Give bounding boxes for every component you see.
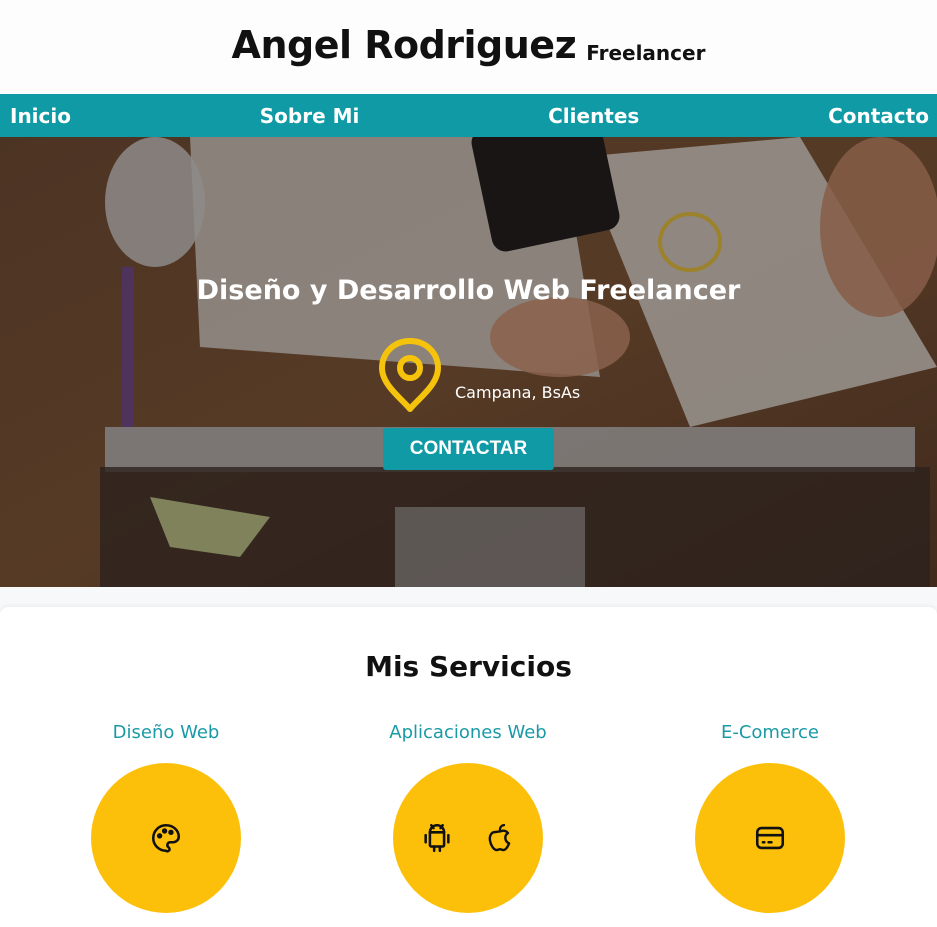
hero-title: Diseño y Desarrollo Web Freelancer [196, 275, 741, 306]
hero-overlay [0, 137, 937, 587]
contactar-button[interactable]: CONTACTAR [383, 428, 554, 470]
nav-contacto[interactable]: Contacto [828, 104, 929, 128]
service-title: E-Comerce [720, 722, 820, 743]
nav-clientes[interactable]: Clientes [548, 104, 639, 128]
service-icon-circle [91, 763, 241, 913]
service-title: Aplicaciones Web [389, 722, 547, 743]
location-pin-icon [379, 338, 441, 412]
service-aplicaciones-web[interactable]: Aplicaciones Web [358, 722, 578, 913]
apple-icon [488, 823, 511, 852]
location-text: Campana, BsAs [455, 383, 581, 402]
credit-card-icon [755, 826, 785, 850]
service-title: Diseño Web [112, 722, 220, 743]
main-nav: Inicio Sobre Mi Clientes Contacto [0, 94, 937, 137]
site-role: Freelancer [586, 41, 706, 65]
palette-icon [151, 823, 181, 853]
hero-section: Diseño y Desarrollo Web Freelancer Campa… [0, 137, 937, 587]
site-header: Angel Rodriguez Freelancer [0, 0, 937, 94]
nav-sobre-mi[interactable]: Sobre Mi [260, 104, 360, 128]
service-icon-circle [393, 763, 543, 913]
services-heading: Mis Servicios [365, 650, 572, 683]
services-section: Mis Servicios Diseño Web Aplicaciones We… [0, 607, 937, 927]
service-diseno-web[interactable]: Diseño Web [56, 722, 276, 913]
service-e-comerce[interactable]: E-Comerce [660, 722, 880, 913]
android-icon [424, 823, 450, 853]
nav-inicio[interactable]: Inicio [10, 104, 71, 128]
site-name: Angel Rodriguez [231, 23, 577, 67]
service-icon-circle [695, 763, 845, 913]
